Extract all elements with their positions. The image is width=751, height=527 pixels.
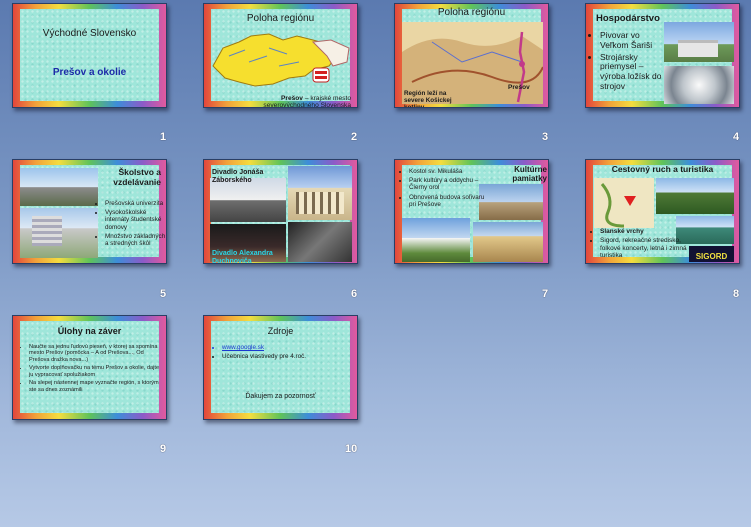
university-image <box>20 168 98 206</box>
slide-background <box>20 9 159 101</box>
slide-5-thumbnail[interactable]: Školstvo a vzdelávanie Prešovská univerz… <box>12 159 167 264</box>
slide-number: 6 <box>351 288 358 300</box>
slide-number: 7 <box>542 288 549 300</box>
slide-9-thumbnail[interactable]: Úlohy na záver Naučte sa jednu ľudovú pi… <box>12 315 167 420</box>
slide-10-thumbnail[interactable]: Zdroje www.google.sk Učebnica vlastivedy… <box>203 315 358 420</box>
slide-7-thumbnail[interactable]: Kultúrne pamiatky Kostol sv. Mikuláša Pa… <box>394 159 549 264</box>
slide-title: Kultúrne pamiatky <box>512 165 547 183</box>
brewery-image <box>664 22 734 62</box>
slide-number: 4 <box>733 131 740 143</box>
slide-title: Zdroje <box>267 326 294 336</box>
slide-caption: Región leží na severe Košickej kotliny <box>404 90 452 108</box>
slide-title: Hospodárstvo <box>596 13 660 24</box>
slide-title: Východné Slovensko <box>42 28 137 39</box>
source-link[interactable]: www.google.sk <box>222 344 354 351</box>
hiking-map-image <box>594 178 654 228</box>
mountains-image <box>656 178 734 214</box>
slide-number: 5 <box>160 288 167 300</box>
theatre-building-image <box>288 166 352 220</box>
slide-title: Úlohy na záver <box>57 326 122 336</box>
salt-works-image <box>402 218 470 262</box>
slide-bullets: Naučte sa jednu ľudovú pieseň, v ktorej … <box>21 344 164 395</box>
slide-8-thumbnail[interactable]: Cestovný ruch a turistika SIGORD Slanské… <box>585 159 740 264</box>
slide-bullets: Pivovar vo Veľkom Šariši Strojársky prie… <box>592 30 670 94</box>
slide-title: Poloha regiónu <box>246 13 315 24</box>
slide-bullets: Slanské vrchy Sigord, rekreačné stredisk… <box>592 228 692 262</box>
slide-title: Cestovný ruch a turistika <box>611 164 714 174</box>
slide-subtitle: Prešov a okolie <box>52 67 127 78</box>
slide-number: 1 <box>160 131 167 143</box>
slide-caption: Prešov – krajské mesto severovýchodného … <box>263 95 351 108</box>
slide-3-thumbnail[interactable]: Prešov Poloha regiónu Región leží na sev… <box>394 3 549 108</box>
slide-number: 9 <box>160 443 167 455</box>
map-label-presov: Prešov <box>508 84 530 91</box>
slovakia-map-image <box>212 33 350 87</box>
sigord-logo: SIGORD <box>689 246 734 262</box>
slide-1-thumbnail[interactable]: Východné Slovensko Prešov a okolie <box>12 3 167 108</box>
slide-title: Divadlo Jonáša Záborského <box>212 169 264 184</box>
slide-2-thumbnail[interactable]: Poloha regiónu Prešov – krajské mesto se… <box>203 3 358 108</box>
bearing-image <box>664 66 734 104</box>
slide-caption: Divadlo Alexandra Duchnoviča <box>212 250 273 264</box>
interior-image <box>288 222 352 262</box>
slide-title: Školstvo a vzdelávanie <box>113 167 161 187</box>
slide-4-thumbnail[interactable]: Hospodárstvo Pivovar vo Veľkom Šariši St… <box>585 3 740 108</box>
slide-bullets: Kostol sv. Mikuláša Park kultúry a oddyc… <box>401 168 489 210</box>
slide-number: 2 <box>351 131 358 143</box>
slide-number: 3 <box>542 131 549 143</box>
slide-number: 10 <box>345 443 358 455</box>
slide-title: Poloha regiónu <box>437 7 506 18</box>
thanks-text: Ďakujem za pozornosť <box>245 393 316 400</box>
slide-bullets: www.google.sk Učebnica vlastivedy pre 4.… <box>214 344 354 362</box>
slide-number: 8 <box>733 288 740 300</box>
slide-bullets: Prešovská univerzita Vysokoškolské inter… <box>97 200 166 249</box>
slide-6-thumbnail[interactable]: Divadlo Jonáša Záborského Divadlo Alexan… <box>203 159 358 264</box>
dormitory-image <box>20 208 98 258</box>
building-image <box>473 222 543 262</box>
